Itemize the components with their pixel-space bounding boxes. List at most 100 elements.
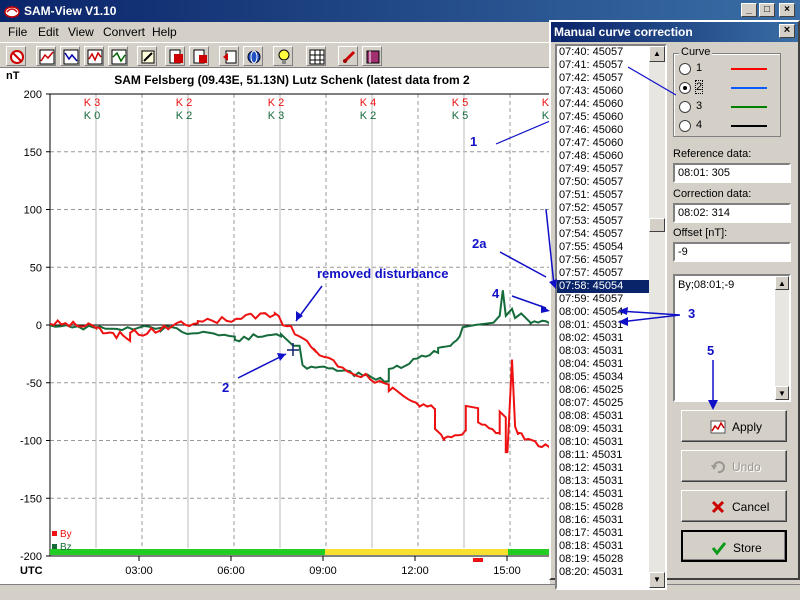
brush-icon[interactable] — [338, 46, 358, 66]
list-item[interactable]: 07:40: 45057 — [557, 46, 649, 59]
memo-scrollbar[interactable]: ▲ ▼ — [775, 276, 789, 400]
list-item[interactable]: 07:57: 45057 — [557, 267, 649, 280]
list-item[interactable]: 07:50: 45057 — [557, 176, 649, 189]
scroll-thumb[interactable] — [649, 218, 665, 232]
radio-circle[interactable] — [679, 101, 691, 113]
list-item[interactable]: 07:43: 45060 — [557, 85, 649, 98]
list-item[interactable]: 07:58: 45054 — [557, 280, 649, 293]
list-item[interactable]: 07:45: 45060 — [557, 111, 649, 124]
menu-edit[interactable]: Edit — [38, 25, 59, 39]
radio-dot — [683, 86, 687, 90]
curve-radio-1[interactable]: 1 — [679, 61, 779, 77]
list-item[interactable]: 08:00: 45054 — [557, 306, 649, 319]
minimize-button[interactable]: _ — [741, 3, 757, 17]
list-item[interactable]: 08:18: 45031 — [557, 540, 649, 553]
bulb-icon[interactable] — [273, 46, 293, 66]
book-icon[interactable] — [362, 46, 382, 66]
list-item[interactable]: 08:02: 45031 — [557, 332, 649, 345]
scroll-down-button[interactable]: ▼ — [649, 572, 665, 588]
store-button[interactable]: Store — [681, 530, 787, 562]
list-item[interactable]: 08:15: 45028 — [557, 501, 649, 514]
offset-field[interactable]: -9 — [673, 242, 791, 262]
list-item[interactable]: 08:16: 45031 — [557, 514, 649, 527]
list-item[interactable]: 08:06: 45025 — [557, 384, 649, 397]
list-item[interactable]: 07:52: 45057 — [557, 202, 649, 215]
list-item[interactable]: 07:44: 45060 — [557, 98, 649, 111]
list-item[interactable]: 07:49: 45057 — [557, 163, 649, 176]
list-item[interactable]: 08:19: 45028 — [557, 553, 649, 566]
list-item[interactable]: 07:51: 45057 — [557, 189, 649, 202]
list-item[interactable]: 07:41: 45057 — [557, 59, 649, 72]
x-tick-label: 06:00 — [217, 565, 245, 577]
list-item[interactable]: 08:09: 45031 — [557, 423, 649, 436]
data-listbox[interactable]: 07:40: 45057 07:41: 45057 07:42: 45057 07:4… — [555, 44, 667, 590]
list-item[interactable]: 08:17: 45031 — [557, 527, 649, 540]
list-item[interactable]: 08:11: 45031 — [557, 449, 649, 462]
list-item[interactable]: 08:12: 45031 — [557, 462, 649, 475]
menu-bar: File Edit View Convert Help — [0, 22, 550, 41]
curve-radio-3[interactable]: 3 — [679, 99, 779, 115]
list-item[interactable]: 08:01: 45031 — [557, 319, 649, 332]
undo-label: Undo — [732, 460, 761, 474]
list-scrollbar[interactable]: ▲ ▼ — [649, 46, 665, 588]
globe-icon[interactable] — [243, 46, 263, 66]
tools-icon[interactable] — [137, 46, 157, 66]
list-item[interactable]: 08:20: 45031 — [557, 566, 649, 579]
grid-icon[interactable] — [306, 46, 326, 66]
status-bar — [0, 584, 800, 600]
x-tick-label: 03:00 — [125, 565, 153, 577]
list-item[interactable]: 07:46: 45060 — [557, 124, 649, 137]
cancel-button[interactable]: Cancel — [681, 490, 787, 522]
list-item[interactable]: 07:42: 45057 — [557, 72, 649, 85]
radio-circle[interactable] — [679, 63, 691, 75]
correction-field[interactable]: 08:02: 314 — [673, 203, 791, 223]
dialog-close-button[interactable]: × — [779, 24, 795, 38]
list-item[interactable]: 07:48: 45060 — [557, 150, 649, 163]
memo-scroll-down[interactable]: ▼ — [775, 386, 789, 400]
memo-scroll-up[interactable]: ▲ — [775, 276, 789, 290]
menu-convert[interactable]: Convert — [103, 25, 145, 39]
list-item[interactable]: 07:53: 45057 — [557, 215, 649, 228]
legend-by-swatch — [52, 531, 57, 536]
page-icon[interactable] — [165, 46, 185, 66]
chart-area: nT SAM Felsberg (09.43E, 51.13N) Lutz Sc… — [0, 68, 562, 590]
chart-icon[interactable] — [108, 46, 128, 66]
menu-view[interactable]: View — [68, 25, 94, 39]
list-item[interactable]: 08:14: 45031 — [557, 488, 649, 501]
page-icon[interactable] — [189, 46, 209, 66]
scroll-up-button[interactable]: ▲ — [649, 46, 665, 62]
correction-memo[interactable]: By;08:01;-9 ▲ ▼ — [673, 274, 791, 402]
list-item[interactable]: 08:05: 45034 — [557, 371, 649, 384]
reference-field[interactable]: 08:01: 305 — [673, 163, 791, 183]
y-tick-label: -200 — [20, 551, 42, 563]
list-item[interactable]: 08:10: 45031 — [557, 436, 649, 449]
chart-icon[interactable] — [60, 46, 80, 66]
curve-radio-4[interactable]: 4 — [679, 118, 779, 134]
undo-button[interactable]: Undo — [681, 450, 787, 482]
list-item[interactable]: 08:07: 45025 — [557, 397, 649, 410]
menu-help[interactable]: Help — [152, 25, 177, 39]
list-item[interactable]: 07:47: 45060 — [557, 137, 649, 150]
chart-icon[interactable] — [36, 46, 56, 66]
list-item[interactable]: 07:59: 45057 — [557, 293, 649, 306]
close-window-button[interactable]: × — [779, 3, 795, 17]
import-icon[interactable] — [219, 46, 239, 66]
list-item[interactable]: 08:04: 45031 — [557, 358, 649, 371]
curve-radio-2[interactable]: 2 — [679, 80, 779, 96]
chart-icon[interactable] — [84, 46, 104, 66]
list-item[interactable]: 07:56: 45057 — [557, 254, 649, 267]
list-item[interactable]: 08:08: 45031 — [557, 410, 649, 423]
list-item[interactable]: 08:03: 45031 — [557, 345, 649, 358]
list-item[interactable]: 08:13: 45031 — [557, 475, 649, 488]
stop-icon[interactable] — [6, 46, 26, 66]
curve-color-swatch — [731, 87, 767, 89]
menu-file[interactable]: File — [8, 25, 27, 39]
list-item[interactable]: 07:54: 45057 — [557, 228, 649, 241]
radio-circle[interactable] — [679, 82, 691, 94]
maximize-button[interactable]: □ — [759, 3, 775, 17]
radio-circle[interactable] — [679, 120, 691, 132]
list-item[interactable]: 07:55: 45054 — [557, 241, 649, 254]
x-tick-label: 12:00 — [401, 565, 429, 577]
apply-button[interactable]: Apply — [681, 410, 787, 442]
y-tick-label: -150 — [20, 493, 42, 505]
